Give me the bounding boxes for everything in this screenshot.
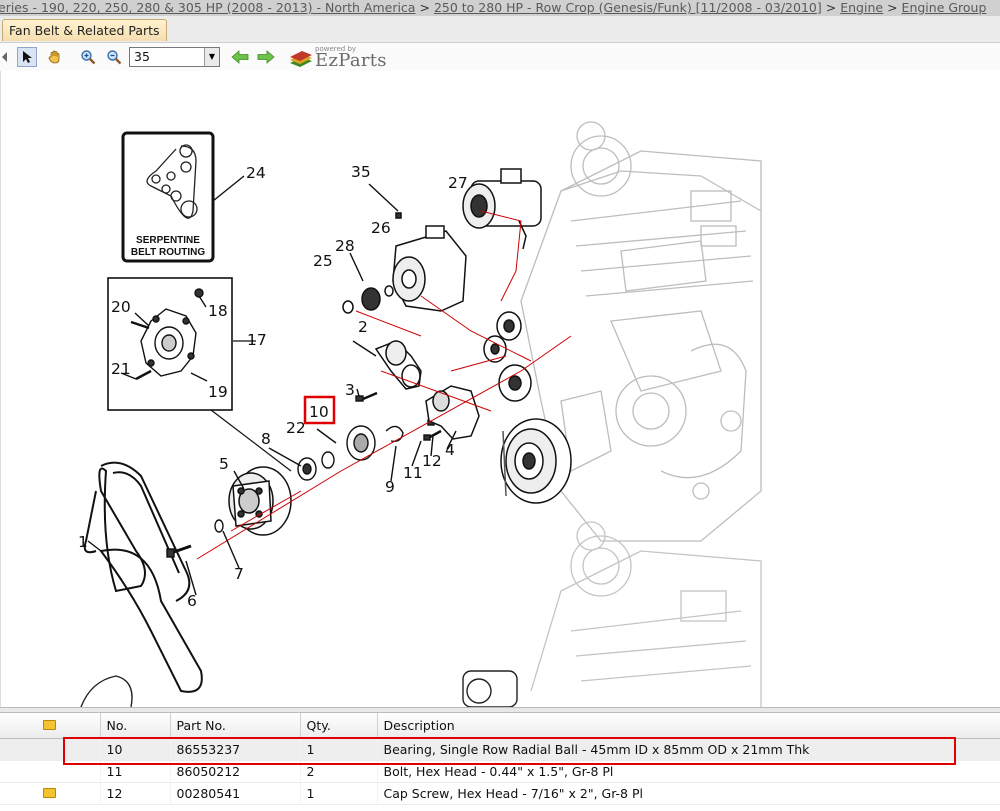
callout-3[interactable]: 3 [345,381,355,399]
callout-8[interactable]: 8 [261,430,271,448]
engine-illustration-lower [530,521,762,707]
header-no[interactable]: No. [100,713,171,739]
idler-bracket [425,385,480,440]
ezparts-logo: powered by EzParts [288,45,388,71]
alternator-lower [80,670,518,707]
callout-5[interactable]: 5 [219,455,229,473]
cell-no: 10 [100,738,171,761]
callout-4[interactable]: 4 [445,441,455,459]
scroll-left-icon[interactable] [1,47,9,67]
callout-20[interactable]: 20 [111,298,131,316]
callout-19[interactable]: 19 [208,383,228,401]
callout-2[interactable]: 2 [358,318,368,336]
cell-no: 11 [100,760,171,783]
tab-bar: Fan Belt & Related Parts [0,16,1000,43]
breadcrumb-item-engine[interactable]: Engine [840,0,883,15]
parts-table: No. Part No. Qty. Description 10 8655323… [0,713,1000,805]
note-cell [0,738,101,761]
tab-fan-belt[interactable]: Fan Belt & Related Parts [2,19,167,41]
header-part-no[interactable]: Part No. [170,713,301,739]
cell-qty: 2 [300,760,378,783]
logo-name: EzParts [315,50,387,71]
callout-35[interactable]: 35 [351,163,371,181]
zoom-level-value: 35 [134,49,150,64]
table-header-row: No. Part No. Qty. Description [0,713,1000,739]
table-row[interactable]: 11 86050212 2 Bolt, Hex Head - 0.44" x 1… [0,760,1000,783]
serpentine-inset: SERPENTINE BELT ROUTING [121,131,215,263]
header-description[interactable]: Description [377,713,1000,739]
breadcrumb-separator: > [825,0,837,15]
fan-drive [228,466,292,536]
parts-diagram[interactable]: SERPENTINE BELT ROUTING 24 35 27 26 28 2… [0,71,1000,707]
callout-24[interactable]: 24 [246,164,266,182]
note-cell[interactable] [0,782,101,805]
callout-25[interactable]: 25 [313,252,333,270]
callout-11[interactable]: 11 [403,464,423,482]
breadcrumb-separator: > [419,0,430,15]
diagram-toolbar: 35 ▼ [0,43,1000,71]
callout-28[interactable]: 28 [335,237,355,255]
chevron-down-icon[interactable]: ▼ [204,48,219,66]
callout-27[interactable]: 27 [448,174,468,192]
breadcrumb: eries - 190, 220, 250, 280 & 305 HP (200… [0,0,1000,16]
alternator [342,225,467,314]
belt-tensioner [374,340,422,390]
inset-caption-line1: SERPENTINE [136,235,200,246]
callout-6[interactable]: 6 [187,592,197,610]
cell-part-no: 86553237 [170,738,301,761]
header-qty[interactable]: Qty. [300,713,378,739]
books-icon [290,51,312,67]
cell-description: Bolt, Hex Head - 0.44" x 1.5", Gr-8 Pl [377,760,1000,783]
breadcrumb-item-engine-group[interactable]: Engine Group [902,0,987,15]
callout-22[interactable]: 22 [286,419,306,437]
zoom-in-icon[interactable] [78,47,98,67]
cell-qty: 1 [300,738,378,761]
select-arrow-icon[interactable] [17,47,37,67]
breadcrumb-separator: > [887,0,898,15]
cell-part-no: 86050212 [170,760,301,783]
callout-21[interactable]: 21 [111,360,131,378]
cell-description: Cap Screw, Hex Head - 7/16" x 2", Gr-8 P… [377,782,1000,805]
callout-17[interactable]: 17 [247,331,267,349]
breadcrumb-item-series[interactable]: eries - 190, 220, 250, 280 & 305 HP (200… [0,0,415,15]
zoom-out-icon[interactable] [104,47,124,67]
cell-description: Bearing, Single Row Radial Ball - 45mm I… [377,738,1000,761]
header-note-col[interactable] [0,713,101,739]
fan-belt [83,461,203,693]
note-icon[interactable] [43,788,57,798]
breadcrumb-item-model[interactable]: 250 to 280 HP - Row Crop (Genesis/Funk) … [434,0,822,15]
cell-qty: 1 [300,782,378,805]
callout-26[interactable]: 26 [371,219,391,237]
cell-part-no: 00280541 [170,782,301,805]
cell-no: 12 [100,782,171,805]
crankshaft-damper [500,418,572,504]
callout-18[interactable]: 18 [208,302,228,320]
hand-pan-icon[interactable] [45,47,65,67]
back-arrow-icon[interactable] [230,47,250,67]
inset-caption-line2: BELT ROUTING [131,247,205,258]
forward-arrow-icon[interactable] [256,47,276,67]
callout-10[interactable]: 10 [309,403,329,421]
note-icon [43,720,57,730]
note-cell [0,760,101,783]
table-row[interactable]: 12 00280541 1 Cap Screw, Hex Head - 7/16… [0,782,1000,805]
callout-1[interactable]: 1 [78,533,88,551]
callout-7[interactable]: 7 [234,565,244,583]
table-row[interactable]: 10 86553237 1 Bearing, Single Row Radial… [0,738,1000,761]
zoom-level-select[interactable]: 35 ▼ [129,47,220,67]
callout-12[interactable]: 12 [422,452,442,470]
callout-9[interactable]: 9 [385,478,395,496]
